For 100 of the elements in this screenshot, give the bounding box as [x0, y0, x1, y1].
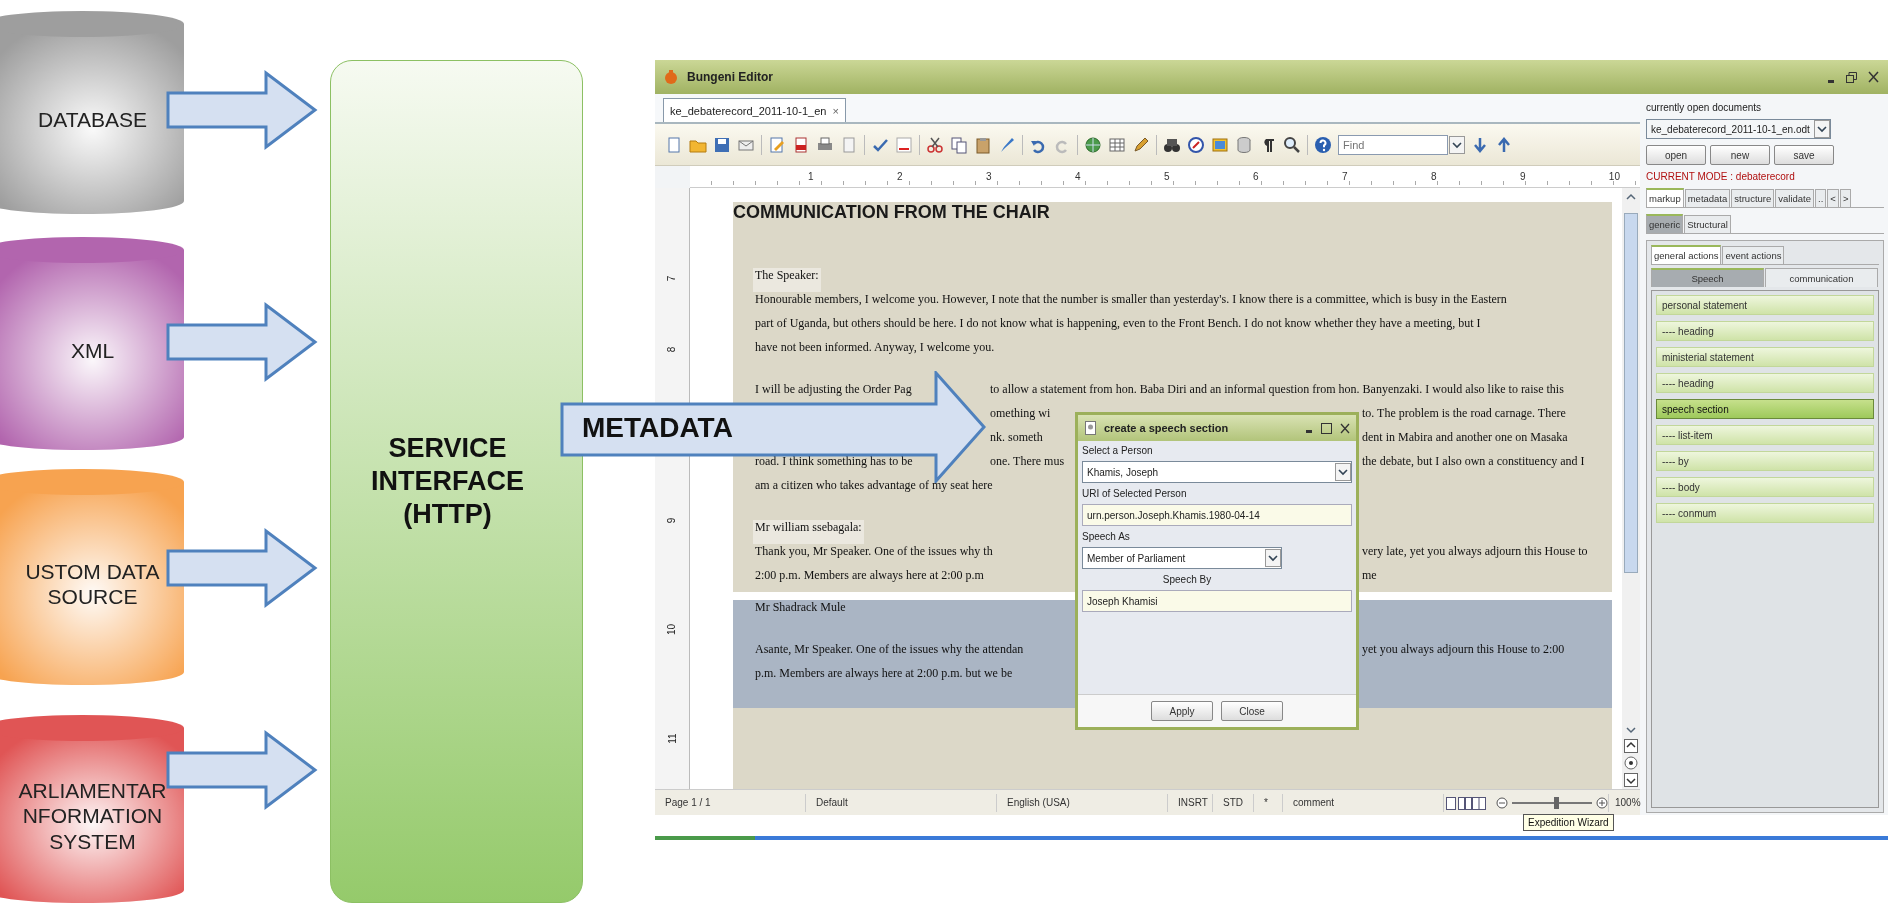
panel-tab[interactable]: event actions — [1722, 246, 1785, 264]
dialog-title: create a speech section — [1104, 422, 1230, 434]
panel-tab[interactable]: .. — [1815, 189, 1827, 207]
panel-tab[interactable]: general actions — [1651, 245, 1722, 264]
document-text: the debate, but I also own a constituency and I — [1362, 454, 1585, 470]
compass-icon[interactable] — [1187, 135, 1205, 154]
panel-tab[interactable]: structure — [1731, 189, 1775, 207]
next-page-icon[interactable] — [1624, 773, 1638, 787]
ruler-number: 7 — [666, 275, 678, 282]
selection-mode: STD — [1213, 793, 1254, 812]
tab-scroll-button[interactable]: < — [1827, 189, 1839, 207]
panel-tab[interactable]: generic — [1646, 214, 1684, 233]
dropdown-icon[interactable] — [1813, 120, 1830, 138]
field-label: Speech As — [1082, 531, 1131, 542]
document-text: am a citizen who takes advantage of my seat here — [755, 478, 993, 494]
panel-button[interactable]: new — [1710, 145, 1770, 165]
panel-tab[interactable]: Speech — [1651, 268, 1764, 287]
panel-tab[interactable]: markup — [1646, 188, 1684, 207]
ruler-number: 10 — [1608, 171, 1620, 182]
copy-icon[interactable] — [950, 135, 968, 154]
document-text: Mr Shadrack Mule — [755, 600, 846, 616]
globe-icon[interactable] — [1084, 135, 1102, 154]
document-dropdown[interactable]: ke_debaterecord_2011-10-1_en.odt — [1646, 119, 1831, 139]
action-item[interactable]: ---- body — [1656, 477, 1874, 497]
service-interface-label: SERVICE INTERFACE (HTTP) — [371, 432, 524, 531]
cylinder-label: USTOM DATA SOURCE — [25, 558, 160, 610]
action-item[interactable]: ---- conmum — [1656, 503, 1874, 523]
document-text: nk. someth — [990, 430, 1043, 446]
action-item[interactable]: ---- heading — [1656, 321, 1874, 341]
action-item[interactable]: ---- heading — [1656, 373, 1874, 393]
document-text: 2:00 p.m. Members are always here at 2:00 p.m — [755, 568, 984, 584]
dialog-button[interactable]: Close — [1221, 701, 1283, 721]
image-icon[interactable] — [1211, 135, 1229, 154]
person-dropdown[interactable]: Khamis, Joseph — [1082, 461, 1352, 483]
scissors-icon[interactable] — [926, 135, 944, 154]
page-indicator: Page 1 / 1 — [655, 793, 806, 812]
two-pages-icon[interactable] — [1458, 795, 1472, 810]
ruler-number: 10 — [666, 623, 678, 636]
restore-icon[interactable] — [1845, 70, 1859, 84]
ruler-number: 1 — [808, 171, 814, 182]
action-item[interactable]: personal statement — [1656, 295, 1874, 315]
speech-as-dropdown[interactable]: Member of Parliament — [1082, 547, 1282, 569]
speech-by-field[interactable]: Joseph Khamisi — [1082, 590, 1352, 612]
navigator-icon[interactable] — [1624, 756, 1638, 770]
table-icon[interactable] — [1108, 135, 1126, 154]
autocheck-icon[interactable] — [895, 135, 913, 154]
uri-field[interactable]: urn.person.Joseph.Khamis.1980-04-14 — [1082, 504, 1352, 526]
field-label: URI of Selected Person — [1082, 488, 1188, 499]
speaker-name: The Speaker: — [753, 268, 821, 292]
find-field[interactable]: Find — [1338, 134, 1448, 155]
document-text: omething wi — [990, 406, 1051, 422]
pdf-icon[interactable] — [792, 135, 810, 154]
save-icon[interactable] — [713, 135, 731, 154]
action-item[interactable]: ministerial statement — [1656, 347, 1874, 367]
scroll-down-icon[interactable] — [1624, 724, 1638, 736]
panel-button[interactable]: save — [1774, 145, 1834, 165]
dropdown-icon[interactable] — [1265, 549, 1281, 567]
action-item[interactable]: ---- list-item — [1656, 425, 1874, 445]
insert-mode: INSRT — [1168, 793, 1213, 812]
ruler-number: 8 — [666, 346, 678, 353]
panel-tab[interactable]: validate — [1775, 189, 1815, 207]
cylinder-label: DATABASE — [38, 106, 147, 133]
zoom-slider[interactable] — [1554, 796, 1559, 809]
document-text: dent in Mabira and another one on Masaka — [1362, 430, 1568, 446]
tab-scroll-button[interactable]: > — [1839, 189, 1852, 207]
panel-tab[interactable]: Structural — [1684, 215, 1731, 233]
zoom-out-icon[interactable] — [1496, 796, 1508, 809]
help-icon[interactable] — [1314, 135, 1332, 154]
page-style: Default — [806, 793, 997, 812]
dropdown-icon[interactable] — [1335, 463, 1351, 481]
down-arrow-icon[interactable] — [1471, 135, 1489, 154]
maximize-icon[interactable] — [1320, 421, 1333, 435]
close-icon[interactable] — [1339, 421, 1351, 435]
database-icon[interactable] — [1235, 135, 1253, 154]
action-item[interactable]: speech section — [1656, 399, 1874, 419]
document-tab[interactable]: ke_debaterecord_2011-10-1_en × — [663, 98, 846, 122]
dropdown-icon[interactable] — [1449, 135, 1465, 154]
document-text: Asante, Mr Speaker. One of the issues why the attendan — [755, 642, 1024, 658]
panel-tab[interactable]: communication — [1765, 268, 1878, 287]
clipboard-icon[interactable] — [974, 135, 992, 154]
panel-tab[interactable]: metadata — [1684, 189, 1731, 207]
previous-page-icon[interactable] — [1624, 739, 1638, 753]
ruler-number: 11 — [666, 733, 678, 744]
document-text: Honourable members, I welcome you. However, I note that the number is smaller than yesterday's. I know there is a committee, which is busy in the Eastern — [755, 292, 1507, 308]
close-icon[interactable] — [1867, 70, 1880, 84]
language: English (USA) — [997, 793, 1168, 812]
magnifier-icon[interactable] — [1283, 135, 1301, 154]
cylinder-label: ARLIAMENTAR NFORMATION SYSTEM — [18, 778, 167, 854]
dialog-button[interactable]: Apply — [1151, 701, 1213, 721]
book-view-icon[interactable] — [1472, 795, 1486, 810]
pencil-icon[interactable] — [1132, 135, 1150, 154]
scrollbar-thumb[interactable] — [1624, 213, 1638, 573]
zoom-in-icon[interactable] — [1596, 796, 1608, 809]
action-item[interactable]: ---- by — [1656, 451, 1874, 471]
ruler-number: 7 — [1341, 171, 1348, 182]
document-text: me — [1362, 568, 1377, 584]
up-arrow-icon[interactable] — [1495, 135, 1513, 154]
single-page-icon[interactable] — [1444, 795, 1458, 810]
panel-button[interactable]: open — [1646, 145, 1706, 165]
comment-field: comment — [1283, 793, 1444, 812]
